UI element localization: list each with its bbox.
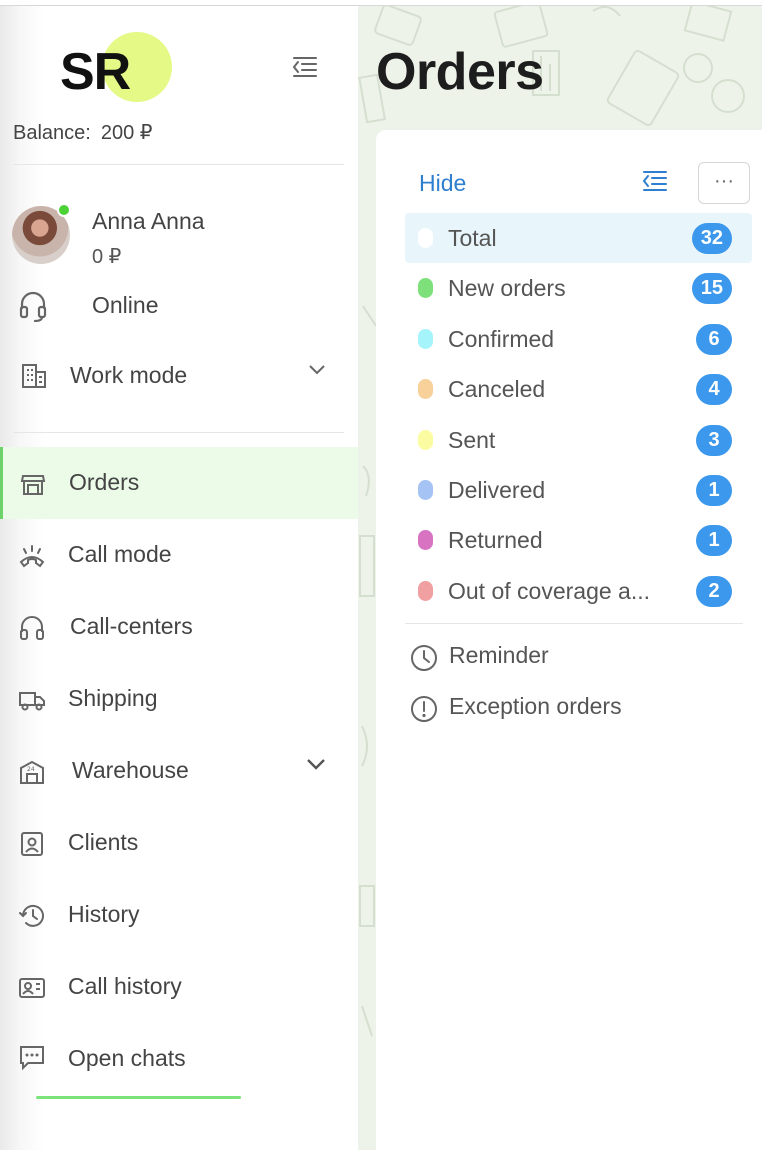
sidebar-item-label: Shipping <box>68 685 158 711</box>
warehouse-icon: 24 <box>20 760 44 784</box>
reminder-label: Reminder <box>449 642 549 668</box>
status-count-badge: 1 <box>696 525 732 557</box>
divider <box>405 623 743 624</box>
status-count-badge: 2 <box>696 575 732 607</box>
building-icon <box>22 364 46 388</box>
status-color-dot <box>418 228 433 248</box>
sidebar-item-label: Open chats <box>68 1045 186 1071</box>
chevron-down-icon <box>309 365 325 375</box>
open-chats-indicator <box>36 1096 241 1099</box>
exception-orders-link[interactable]: Exception orders <box>410 691 730 727</box>
orders-status-panel: Hide ··· Total 32 New orders 15 Confirme… <box>376 130 762 1150</box>
sidebar-item-call-history[interactable]: Call history <box>0 951 358 1023</box>
sidebar-item-label: History <box>68 901 140 927</box>
status-color-dot <box>418 278 433 299</box>
sidebar-collapse-button[interactable] <box>290 54 324 82</box>
status-count-badge: 32 <box>691 223 732 254</box>
sidebar-item-label: Call history <box>68 973 182 999</box>
balance-value: 200 ₽ <box>100 122 153 144</box>
svg-text:24: 24 <box>27 766 35 773</box>
online-status-dot <box>57 203 71 217</box>
hide-button[interactable]: Hide <box>419 170 466 197</box>
status-total[interactable]: Total 32 <box>405 213 752 264</box>
status-count-badge: 1 <box>696 474 732 506</box>
status-label: Total <box>448 225 497 251</box>
sidebar-item-label: Call mode <box>68 541 172 567</box>
clock-icon <box>411 645 437 671</box>
store-icon <box>20 475 46 495</box>
status-count-badge: 3 <box>696 424 732 456</box>
sidebar-item-orders[interactable]: Orders <box>0 447 358 519</box>
sidebar-nav: Orders Call mode Call-centers Shipping 2… <box>0 447 358 1095</box>
sidebar-item-history[interactable]: History <box>0 879 358 951</box>
status-out-of-coverage[interactable]: Out of coverage a... 2 <box>405 566 752 616</box>
status-label: Sent <box>448 426 496 453</box>
panel-collapse-button[interactable] <box>641 168 671 198</box>
status-count-badge: 4 <box>696 374 732 406</box>
online-status[interactable]: Online <box>18 288 338 324</box>
chevron-down-icon <box>307 759 325 770</box>
status-canceled[interactable]: Canceled 4 <box>405 364 752 414</box>
sidebar-item-call-centers[interactable]: Call-centers <box>0 591 358 663</box>
status-sent[interactable]: Sent 3 <box>405 415 752 465</box>
exception-orders-label: Exception orders <box>449 693 622 719</box>
contact-card-icon <box>21 832 43 856</box>
sidebar-item-open-chats[interactable]: Open chats <box>0 1023 358 1095</box>
page-title: Orders <box>376 43 544 101</box>
status-color-dot <box>418 429 433 450</box>
status-delivered[interactable]: Delivered 1 <box>405 465 752 515</box>
work-mode-label: Work mode <box>70 362 188 388</box>
top-border <box>0 0 762 6</box>
divider <box>13 164 344 165</box>
work-mode-dropdown[interactable]: Work mode <box>18 358 338 394</box>
user-name[interactable]: Anna Anna <box>92 208 205 235</box>
truck-icon <box>19 692 45 711</box>
balance: Balance: 200 ₽ <box>13 120 153 145</box>
divider <box>13 432 344 433</box>
logo[interactable]: SR <box>60 32 172 108</box>
sidebar-item-clients[interactable]: Clients <box>0 807 358 879</box>
balance-label: Balance: <box>13 122 91 144</box>
status-label: Confirmed <box>448 325 555 352</box>
chat-icon <box>20 1046 44 1071</box>
sidebar-item-shipping[interactable]: Shipping <box>0 663 358 735</box>
status-count-badge: 6 <box>696 323 732 355</box>
status-confirmed[interactable]: Confirmed 6 <box>405 314 752 364</box>
user-balance: 0 ₽ <box>92 246 122 268</box>
status-color-dot <box>418 328 433 349</box>
reminder-link[interactable]: Reminder <box>410 640 730 676</box>
history-icon <box>19 904 44 927</box>
headphones-icon <box>20 616 44 640</box>
status-color-dot <box>418 379 433 400</box>
sidebar-item-call-mode[interactable]: Call mode <box>0 519 358 591</box>
status-label: New orders <box>448 275 566 302</box>
status-returned[interactable]: Returned 1 <box>405 515 752 565</box>
status-color-dot <box>418 530 433 551</box>
sidebar-item-label: Call-centers <box>70 613 193 639</box>
call-history-icon <box>19 978 45 998</box>
sidebar-item-label: Clients <box>68 829 139 855</box>
online-label: Online <box>92 292 159 318</box>
sidebar-item-label: Orders <box>69 469 140 495</box>
status-label: Canceled <box>448 376 546 403</box>
status-color-dot <box>418 479 433 500</box>
sidebar-item-label: Warehouse <box>72 757 189 783</box>
headset-icon <box>19 291 47 322</box>
exclamation-circle-icon <box>411 696 437 722</box>
status-count-badge: 15 <box>691 273 732 305</box>
status-label: Delivered <box>448 476 546 503</box>
status-color-dot <box>418 580 433 601</box>
sidebar-item-warehouse[interactable]: 24 Warehouse <box>0 735 358 807</box>
collapse-menu-icon <box>642 171 667 191</box>
logo-text: SR <box>60 43 131 101</box>
status-list: Total 32 New orders 15 Confirmed 6 Cance… <box>405 213 752 616</box>
status-new-orders[interactable]: New orders 15 <box>405 263 752 313</box>
collapse-menu-icon <box>292 57 317 77</box>
phone-ring-icon <box>19 545 45 568</box>
more-options-button[interactable]: ··· <box>698 162 750 204</box>
status-label: Out of coverage a... <box>448 577 651 604</box>
status-label: Returned <box>448 527 543 554</box>
